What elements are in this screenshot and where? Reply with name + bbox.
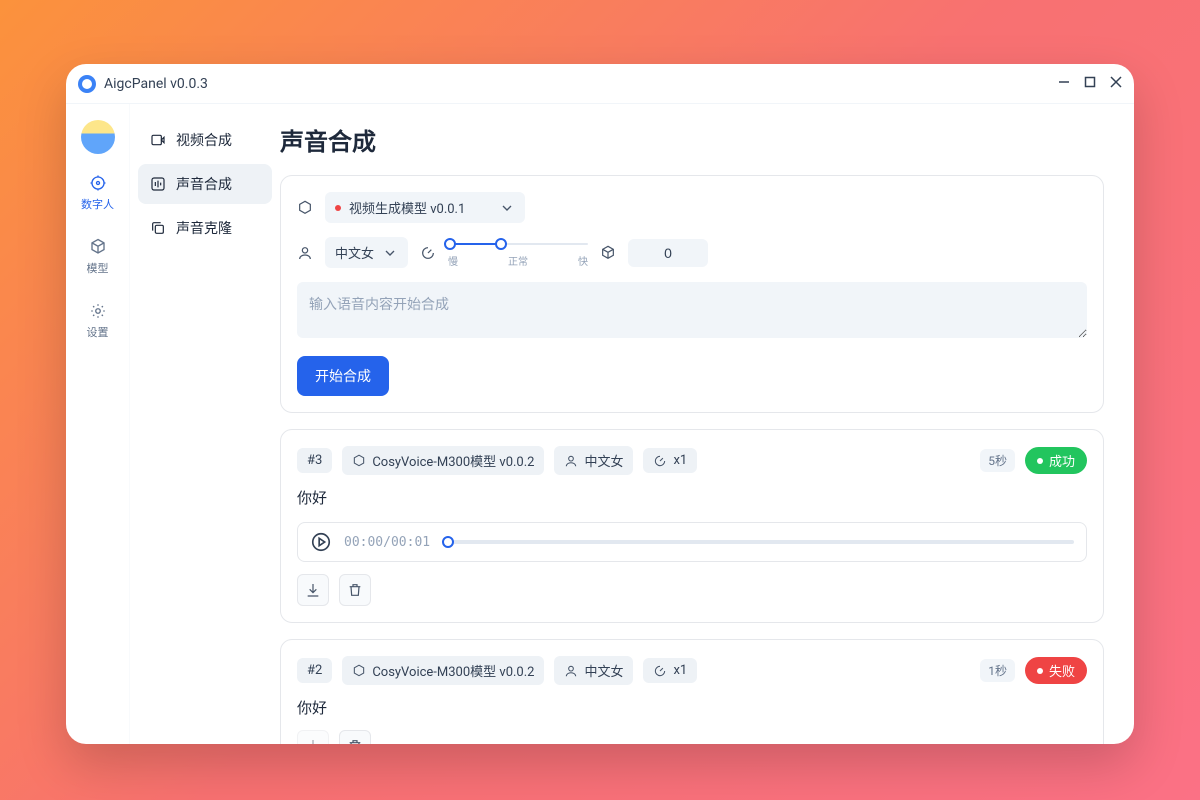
delete-button[interactable] xyxy=(339,730,371,744)
task-header: #2 CosyVoice-M300模型 v0.0.2 中文女 x1 1秒 失败 xyxy=(297,656,1087,685)
task-header: #3 CosyVoice-M300模型 v0.0.2 中文女 x1 5秒 成功 xyxy=(297,446,1087,475)
speed-icon xyxy=(653,664,667,678)
speed-label-slow: 慢 xyxy=(448,253,458,268)
rail-label: 设置 xyxy=(87,324,109,340)
rail-item-model[interactable]: 模型 xyxy=(73,232,123,282)
speed-label-fast: 快 xyxy=(578,253,588,268)
app-logo-icon xyxy=(78,75,96,93)
page-title: 声音合成 xyxy=(280,122,1104,157)
task-model-chip: CosyVoice-M300模型 v0.0.2 xyxy=(342,656,544,685)
task-status-badge: 成功 xyxy=(1025,447,1087,474)
rail-label: 模型 xyxy=(87,260,109,276)
task-duration: 5秒 xyxy=(980,449,1015,472)
status-dot-icon xyxy=(335,205,341,211)
model-icon xyxy=(352,454,366,468)
chevron-down-icon xyxy=(499,200,515,216)
user-icon xyxy=(297,245,313,261)
speed-icon xyxy=(653,454,667,468)
model-select[interactable]: 视频生成模型 v0.0.1 xyxy=(325,192,525,223)
model-icon xyxy=(89,238,107,256)
nav-item-video-synth[interactable]: 视频合成 xyxy=(138,120,272,160)
close-icon[interactable] xyxy=(1110,76,1122,92)
download-button[interactable] xyxy=(297,574,329,606)
task-speed-chip: x1 xyxy=(643,658,697,683)
task-id-chip: #3 xyxy=(297,448,332,473)
rail-item-digital-human[interactable]: 数字人 xyxy=(73,168,123,218)
side-rail: 数字人 模型 设置 xyxy=(66,104,130,744)
delete-button[interactable] xyxy=(339,574,371,606)
nav-item-sound-clone[interactable]: 声音克隆 xyxy=(138,208,272,248)
model-select-label: 视频生成模型 v0.0.1 xyxy=(349,198,465,217)
task-speed-chip: x1 xyxy=(643,448,697,473)
trash-icon xyxy=(347,582,363,598)
task-status-badge: 失败 xyxy=(1025,657,1087,684)
speed-slider[interactable]: 慢 正常 快 xyxy=(448,237,588,268)
content-scroll[interactable]: 声音合成 视频生成模型 v0.0.1 中文女 xyxy=(280,104,1134,744)
task-duration: 1秒 xyxy=(980,659,1015,682)
video-icon xyxy=(150,132,166,148)
rail-item-settings[interactable]: 设置 xyxy=(73,296,123,346)
titlebar: AigcPanel v0.0.3 xyxy=(66,64,1134,104)
task-card: #2 CosyVoice-M300模型 v0.0.2 中文女 x1 1秒 失败 … xyxy=(280,639,1104,744)
speed-icon xyxy=(420,245,436,261)
voice-select-label: 中文女 xyxy=(335,243,374,262)
nav-item-sound-synth[interactable]: 声音合成 xyxy=(138,164,272,204)
app-window: AigcPanel v0.0.3 数字人 模型 xyxy=(66,64,1134,744)
trash-icon xyxy=(347,738,363,744)
task-voice-chip: 中文女 xyxy=(554,446,633,475)
clone-icon xyxy=(150,220,166,236)
download-button[interactable] xyxy=(297,730,329,744)
task-text: 你好 xyxy=(297,697,1087,718)
task-model-chip: CosyVoice-M300模型 v0.0.2 xyxy=(342,446,544,475)
task-card: #3 CosyVoice-M300模型 v0.0.2 中文女 x1 5秒 成功 … xyxy=(280,429,1104,623)
task-actions xyxy=(297,574,1087,606)
gear-icon xyxy=(89,302,107,320)
side-nav: 视频合成 声音合成 声音克隆 xyxy=(130,104,280,744)
nav-label: 声音合成 xyxy=(176,174,232,194)
task-id-chip: #2 xyxy=(297,658,332,683)
download-icon xyxy=(305,582,321,598)
nav-label: 视频合成 xyxy=(176,130,232,150)
synth-text-input[interactable] xyxy=(297,282,1087,338)
digital-human-icon xyxy=(89,174,107,192)
user-icon xyxy=(564,454,578,468)
voice-select[interactable]: 中文女 xyxy=(325,237,408,268)
progress-bar[interactable] xyxy=(442,540,1074,544)
audio-player: 00:00/00:01 xyxy=(297,522,1087,562)
window-controls xyxy=(1058,76,1122,92)
synth-form-card: 视频生成模型 v0.0.1 中文女 xyxy=(280,175,1104,413)
main-layout: 数字人 模型 设置 视频合成 声音合成 声音克隆 xyxy=(66,104,1134,744)
model-icon xyxy=(297,200,313,216)
task-actions xyxy=(297,730,1087,744)
time-code: 00:00/00:01 xyxy=(344,535,430,550)
cube-icon xyxy=(600,245,616,261)
chevron-down-icon xyxy=(382,245,398,261)
play-icon[interactable] xyxy=(310,531,332,553)
avatar[interactable] xyxy=(81,120,115,154)
app-title: AigcPanel v0.0.3 xyxy=(104,76,208,92)
speed-label-normal: 正常 xyxy=(508,253,528,268)
maximize-icon[interactable] xyxy=(1084,76,1096,92)
task-text: 你好 xyxy=(297,487,1087,508)
nav-label: 声音克隆 xyxy=(176,218,232,238)
sound-icon xyxy=(150,176,166,192)
download-icon xyxy=(305,738,321,744)
task-list: #3 CosyVoice-M300模型 v0.0.2 中文女 x1 5秒 成功 … xyxy=(280,429,1104,744)
start-synth-button[interactable]: 开始合成 xyxy=(297,356,389,396)
seed-input[interactable] xyxy=(628,239,708,267)
minimize-icon[interactable] xyxy=(1058,76,1070,92)
task-voice-chip: 中文女 xyxy=(554,656,633,685)
rail-label: 数字人 xyxy=(81,196,114,212)
model-icon xyxy=(352,664,366,678)
user-icon xyxy=(564,664,578,678)
